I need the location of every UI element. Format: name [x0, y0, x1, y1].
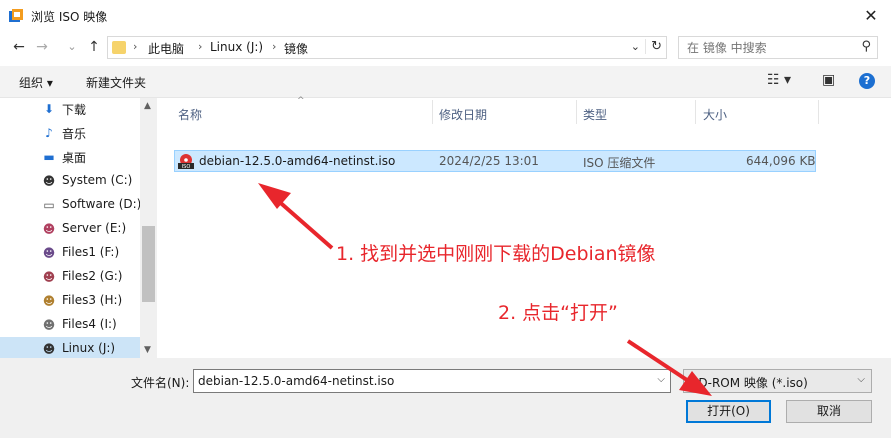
breadcrumb-separator: › [198, 40, 203, 53]
toolbar: 组织 ▾ 新建文件夹 ☷ ▾ ▣ ? [0, 66, 891, 98]
sidebar-item-label: Linux (J:) [62, 341, 116, 355]
column-divider[interactable] [818, 100, 819, 124]
sidebar-item-label: Files3 (H:) [62, 293, 123, 307]
cancel-button[interactable]: 取消 [786, 400, 872, 423]
sidebar-item-label: Files2 (G:) [62, 269, 123, 283]
drive-f-icon: ☻ [42, 246, 56, 260]
chevron-down-icon[interactable]: ⌵ [657, 374, 665, 385]
download-icon: ⬇ [43, 102, 55, 116]
help-icon[interactable]: ? [859, 73, 875, 89]
address-dropdown-icon[interactable]: ⌄ [631, 40, 640, 53]
scrollbar-thumb[interactable] [142, 226, 155, 302]
app-icon [9, 9, 23, 22]
file-type-filter[interactable]: CD-ROM 映像 (*.iso) ⌵ [683, 369, 872, 393]
file-size: 644,096 KB [746, 154, 816, 168]
sidebar-item[interactable]: ☻ Files1 (F:) [0, 241, 140, 265]
column-header-type[interactable]: 类型 [583, 106, 607, 123]
folder-icon [112, 41, 126, 54]
recent-locations-button[interactable]: ⌄ [63, 38, 81, 56]
scroll-up-icon[interactable]: ▲ [144, 101, 151, 111]
sidebar-item-label: Software (D:) [62, 197, 142, 211]
view-options-icon[interactable]: ☷ ▾ [767, 72, 791, 88]
back-button[interactable]: ← [10, 38, 28, 56]
forward-button[interactable]: → [33, 38, 51, 56]
desktop-icon: ▬ [43, 150, 55, 164]
search-icon[interactable]: ⚲ [861, 39, 871, 54]
sidebar-item-label: Files4 (I:) [62, 317, 117, 331]
sidebar-item-label: 下载 [62, 103, 87, 117]
file-type: ISO 压缩文件 [583, 156, 656, 170]
drive-h-icon: ☻ [42, 294, 56, 308]
annotation-step-2: 2. 点击“打开” [498, 302, 618, 324]
column-divider[interactable] [695, 100, 696, 124]
sidebar-item[interactable]: ☻ Files4 (I:) [0, 313, 140, 337]
window-title: 浏览 ISO 映像 [31, 10, 108, 24]
preview-pane-icon[interactable]: ▣ [822, 72, 835, 88]
new-folder-button[interactable]: 新建文件夹 [86, 74, 146, 91]
drive-e-icon: ☻ [42, 222, 56, 236]
file-name[interactable]: debian-12.5.0-amd64-netinst.iso [199, 154, 395, 168]
drive-c-icon: ☻ [42, 174, 56, 188]
filename-input[interactable] [194, 370, 644, 392]
sidebar-item[interactable]: ♪ 音乐 [0, 121, 140, 145]
filename-combobox[interactable]: ⌵ [193, 369, 671, 393]
refresh-icon[interactable]: ↻ [645, 39, 662, 54]
column-header-name[interactable]: 名称 [178, 106, 202, 123]
sidebar-item-label: System (C:) [62, 173, 133, 187]
sidebar-item[interactable]: ☻ Files2 (G:) [0, 265, 140, 289]
breadcrumb-linux-drive[interactable]: Linux (J:) [210, 40, 263, 54]
sidebar-item[interactable]: ☻ Files3 (H:) [0, 289, 140, 313]
file-type-filter-value: CD-ROM 映像 (*.iso) [690, 376, 808, 390]
file-date: 2024/2/25 13:01 [439, 154, 539, 168]
drive-j-icon: ☻ [42, 342, 56, 356]
column-divider[interactable] [576, 100, 577, 124]
title-bar: 浏览 ISO 映像 ✕ [0, 0, 891, 32]
organize-button[interactable]: 组织 ▾ [19, 74, 53, 91]
filename-label: 文件名(N): [131, 376, 190, 390]
breadcrumb-this-pc[interactable]: 此电脑 [148, 40, 184, 57]
column-divider[interactable] [432, 100, 433, 124]
breadcrumb-separator: › [133, 40, 138, 53]
search-box[interactable]: ⚲ [678, 36, 878, 59]
sidebar-item-label: Files1 (F:) [62, 245, 120, 259]
drive-d-icon: ▭ [43, 198, 55, 212]
search-input[interactable] [679, 37, 849, 58]
sidebar-item-label: Server (E:) [62, 221, 127, 235]
svg-text:ISO: ISO [182, 164, 191, 169]
sidebar-item[interactable]: ☻ Server (E:) [0, 217, 140, 241]
column-header-size[interactable]: 大小 [703, 106, 727, 123]
open-button[interactable]: 打开(O) [686, 400, 771, 423]
sidebar-item-label: 桌面 [62, 151, 87, 165]
file-row[interactable]: ISO debian-12.5.0-amd64-netinst.iso 2024… [174, 150, 816, 172]
column-header-date[interactable]: 修改日期 [439, 106, 487, 123]
up-button[interactable]: ↑ [85, 38, 103, 56]
scroll-down-icon[interactable]: ▼ [144, 345, 151, 355]
close-icon[interactable]: ✕ [859, 4, 883, 28]
drive-i-icon: ☻ [42, 318, 56, 332]
drive-g-icon: ☻ [42, 270, 56, 284]
breadcrumb-images-folder[interactable]: 镜像 [284, 40, 308, 57]
sidebar-item[interactable]: ▬ 桌面 [0, 145, 140, 169]
dialog-footer: 文件名(N): ⌵ CD-ROM 映像 (*.iso) ⌵ 打开(O) 取消 [0, 358, 891, 438]
address-bar[interactable]: › 此电脑 › Linux (J:) › 镜像 ⌄ ↻ [107, 36, 667, 59]
iso-file-icon: ISO [178, 154, 194, 169]
sidebar-scrollbar[interactable]: ▲ ▼ [140, 98, 157, 358]
breadcrumb-separator: › [272, 40, 277, 53]
navigation-pane: ⬇ 下载 ♪ 音乐 ▬ 桌面 ☻ System (C:) ▭ Software (D:) ☻ Serv… [0, 97, 157, 361]
music-icon: ♪ [45, 126, 53, 140]
sidebar-item[interactable]: ☻ System (C:) [0, 169, 140, 193]
sort-caret-icon: ^ [297, 96, 305, 106]
sidebar-item[interactable]: ▭ Software (D:) [0, 193, 142, 217]
annotation-step-1: 1. 找到并选中刚刚下载的Debian镜像 [336, 243, 656, 265]
sidebar-item[interactable]: ⬇ 下载 [0, 97, 140, 121]
sidebar-item-label: 音乐 [62, 127, 87, 141]
chevron-down-icon[interactable]: ⌵ [857, 374, 865, 385]
